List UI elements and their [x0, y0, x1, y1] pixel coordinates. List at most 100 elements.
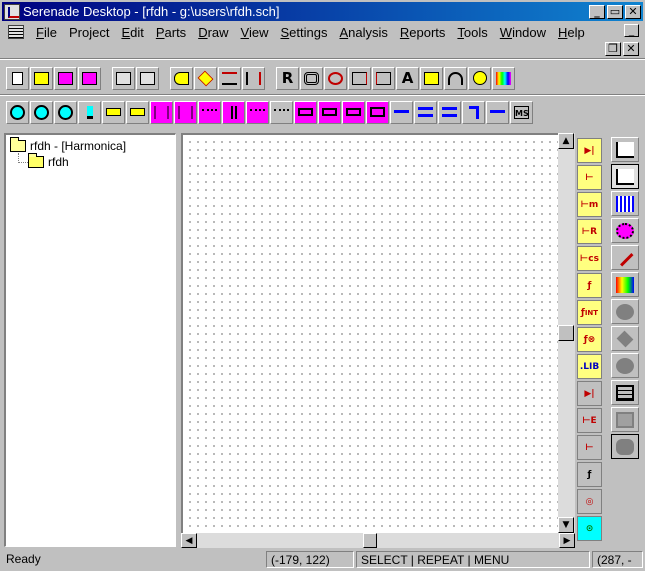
save-as-button[interactable]	[78, 66, 101, 90]
node-button[interactable]	[348, 66, 371, 90]
linear-analysis-button[interactable]	[611, 137, 639, 162]
flip-horizontal-button[interactable]	[242, 66, 265, 90]
chart-button[interactable]	[611, 272, 639, 297]
substrate-ms-button[interactable]: MS	[510, 100, 533, 124]
new-file-button[interactable]	[6, 66, 29, 90]
scroll-left-button[interactable]: ◀	[181, 533, 197, 548]
bjt-r-tool[interactable]: ⊢R	[577, 219, 602, 244]
horizontal-scroll-thumb[interactable]	[363, 533, 377, 548]
bjt-e-tool[interactable]: ⊢E	[577, 408, 602, 433]
ac-source-button[interactable]	[6, 100, 29, 124]
scroll-up-button[interactable]: ▲	[558, 133, 574, 149]
resistor-b-button[interactable]	[318, 100, 341, 124]
find-button[interactable]	[300, 66, 323, 90]
resistor-label-button[interactable]: R	[276, 66, 299, 90]
menu-view[interactable]: View	[235, 25, 275, 40]
menu-reports[interactable]: Reports	[394, 25, 452, 40]
bjt-tool[interactable]: ⊢	[577, 165, 602, 190]
stub-button[interactable]	[366, 100, 389, 124]
layout-button[interactable]	[611, 380, 639, 405]
color-palette-button[interactable]	[492, 66, 515, 90]
bjt-model-tool[interactable]: ⊢m	[577, 192, 602, 217]
disabled-tool-5[interactable]	[611, 434, 639, 459]
tree-node-root[interactable]: rfdh - [Harmonica]	[10, 137, 126, 153]
port1-button[interactable]	[102, 100, 125, 124]
flip-vertical-button[interactable]	[218, 66, 241, 90]
print-button[interactable]	[112, 66, 135, 90]
disabled-tool-3[interactable]	[611, 353, 639, 378]
print-setup-button[interactable]	[136, 66, 159, 90]
tree-node-schematic[interactable]: rfdh	[28, 153, 69, 169]
dc-source-button[interactable]	[54, 100, 77, 124]
vertical-scrollbar[interactable]: ▲ ▼	[558, 133, 575, 533]
menu-edit[interactable]: Edit	[115, 25, 149, 40]
mdi-restore-button[interactable]: ❐	[605, 42, 621, 56]
menu-help[interactable]: Help	[552, 25, 591, 40]
disabled-tool-4[interactable]	[611, 407, 639, 432]
function-int-tool[interactable]: ƒ INT	[577, 300, 602, 325]
lumped-line-button[interactable]	[246, 100, 269, 124]
menu-tools[interactable]: Tools	[451, 25, 493, 40]
disabled-tool-1[interactable]	[611, 299, 639, 324]
horizontal-scrollbar[interactable]: ◀ ▶	[181, 533, 575, 548]
resistor-c-button[interactable]	[342, 100, 365, 124]
target-tool[interactable]: ◎	[577, 489, 602, 514]
menu-file[interactable]: File	[30, 25, 63, 40]
zoom-fit-button[interactable]	[324, 66, 347, 90]
tune-button[interactable]	[611, 245, 639, 270]
smiley-button[interactable]	[468, 66, 491, 90]
disabled-tool-2[interactable]	[611, 326, 639, 351]
coupled-line-button[interactable]	[414, 100, 437, 124]
inductor-button[interactable]	[198, 100, 221, 124]
menu-draw[interactable]: Draw	[192, 25, 234, 40]
optimize-button[interactable]	[611, 218, 639, 243]
minimize-button[interactable]: _	[589, 4, 605, 19]
diode-tool[interactable]: ▶|	[577, 138, 602, 163]
document-icon[interactable]	[8, 25, 24, 39]
menu-project[interactable]: Project	[63, 25, 115, 40]
diode-2-tool[interactable]: ▶|	[577, 381, 602, 406]
app-icon[interactable]	[4, 3, 20, 20]
scroll-right-button[interactable]: ▶	[559, 533, 575, 548]
port2-button[interactable]	[126, 100, 149, 124]
library-tool[interactable]: .LIB	[577, 354, 602, 379]
bend-button[interactable]	[462, 100, 485, 124]
open-end-button[interactable]	[486, 100, 509, 124]
project-tree[interactable]: rfdh - [Harmonica] rfdh	[4, 133, 176, 547]
resistor-e-button[interactable]	[294, 100, 317, 124]
save-button[interactable]	[54, 66, 77, 90]
probe-tool[interactable]: ⊙	[577, 516, 602, 541]
bjt-cs-tool[interactable]: ⊢cs	[577, 246, 602, 271]
mutual-button[interactable]	[270, 100, 293, 124]
function-mult-tool[interactable]: ƒ⊗	[577, 327, 602, 352]
port-button[interactable]	[372, 66, 395, 90]
maximize-button[interactable]: ▭	[607, 4, 623, 19]
menu-settings[interactable]: Settings	[274, 25, 333, 40]
harmonic-balance-button[interactable]	[611, 164, 639, 189]
multi-line-button[interactable]	[438, 100, 461, 124]
vertical-scroll-thumb[interactable]	[558, 325, 574, 341]
ground-button[interactable]	[78, 100, 101, 124]
menu-analysis[interactable]: Analysis	[333, 25, 393, 40]
variable-button[interactable]	[420, 66, 443, 90]
spectrum-button[interactable]	[611, 191, 639, 216]
close-button[interactable]: ✕	[625, 4, 641, 19]
tline-button[interactable]	[390, 100, 413, 124]
capacitor-button[interactable]	[222, 100, 245, 124]
function-tool[interactable]: ƒ	[577, 273, 602, 298]
erase-button[interactable]	[194, 66, 217, 90]
mdi-minimize-button[interactable]: _	[624, 24, 639, 37]
schematic-canvas[interactable]	[181, 133, 575, 533]
coupled-inductor-button[interactable]	[174, 100, 197, 124]
bjt-2-tool[interactable]: ⊢	[577, 435, 602, 460]
wire-arc-button[interactable]	[444, 66, 467, 90]
function-plain-tool[interactable]: ƒ	[577, 462, 602, 487]
menu-window[interactable]: Window	[494, 25, 552, 40]
menu-parts[interactable]: Parts	[150, 25, 192, 40]
text-button[interactable]: A	[396, 66, 419, 90]
current-source-button[interactable]	[30, 100, 53, 124]
scroll-down-button[interactable]: ▼	[558, 517, 574, 533]
open-file-button[interactable]	[30, 66, 53, 90]
transformer-button[interactable]	[150, 100, 173, 124]
mdi-close-button[interactable]: ✕	[623, 42, 639, 56]
